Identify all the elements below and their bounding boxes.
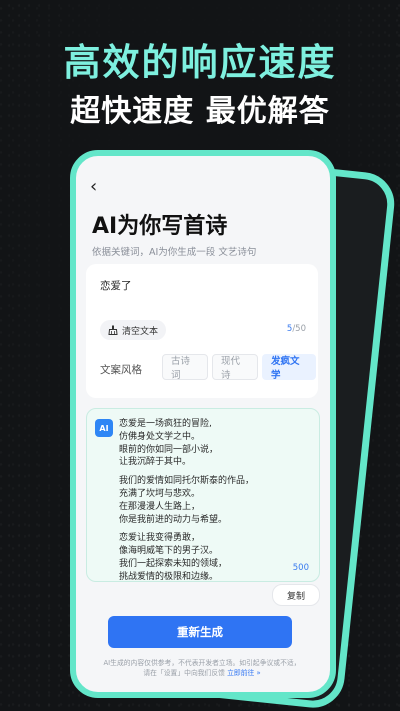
page-title: AI为你写首诗: [92, 214, 228, 239]
style-label: 文案风格: [100, 364, 142, 376]
page-intro: 依据关键词，AI为你生成一段 文艺诗句: [92, 247, 257, 258]
promo-headline: 高效的响应速度: [63, 41, 337, 84]
keyword-input[interactable]: 恋爱了: [100, 278, 132, 293]
promo-subhead: 超快速度 最优解答: [70, 94, 330, 129]
result-card: AI 恋爱是一场疯狂的冒险, 仿佛身处文学之中。 眼前的你如同一部小说， 让我沉…: [86, 408, 320, 582]
disclaimer-footer: AI生成的内容仅供参考，不代表开发者立场。如引起争议或不适， 请在「设置」中向我…: [84, 658, 320, 678]
poem-line: 恋爱是一场疯狂的冒险,: [119, 419, 212, 429]
back-icon[interactable]: ‹: [90, 178, 104, 196]
char-count-total: /50: [292, 324, 306, 334]
result-word-count: 500: [292, 563, 309, 573]
poem-line: 我们的爱情如同托尔斯泰的作品，: [119, 476, 255, 487]
input-card: 恋爱了 清空文本 5/50 文案风格 古诗词 现代诗 发疯文学: [86, 264, 318, 398]
clear-text-label: 清空文本: [122, 326, 159, 337]
disclaimer-line-2: 请在「设置」中向我们反馈: [143, 669, 225, 677]
phone-screen: ‹ AI为你写首诗 依据关键词，AI为你生成一段 文艺诗句 恋爱了 清空文本 5…: [70, 150, 336, 698]
broom-icon: [108, 325, 118, 335]
poem-text: 恋爱是一场疯狂的冒险, 仿佛身处文学之中。 眼前的你如同一部小说， 让我沉醉于其…: [119, 418, 311, 584]
poem-line: 你是我前进的动力与希望。: [119, 514, 228, 525]
poem-line: 眼前的你如同一部小说，: [119, 444, 219, 455]
clear-text-button[interactable]: 清空文本: [100, 320, 167, 340]
char-counter: 5/50: [287, 324, 306, 334]
copy-button[interactable]: 复制: [272, 584, 320, 606]
poem-line: 像海明威笔下的男子汉。: [119, 546, 219, 557]
style-option-fafengwenxue[interactable]: 发疯文学: [262, 354, 316, 381]
poem-line: 在那漫漫人生路上，: [119, 501, 201, 512]
style-option-gushici[interactable]: 古诗词: [162, 354, 208, 381]
disclaimer-line-1: AI生成的内容仅供参考，不代表开发者立场。如引起争议或不适，: [103, 659, 301, 667]
poem-line: 我们一起探索未知的领域，: [119, 558, 228, 569]
ai-badge: AI: [95, 419, 113, 437]
poem-line: 充满了坎坷与悲欢。: [119, 488, 201, 499]
poem-line: 挑战爱情的极限和边缘。: [119, 571, 219, 582]
poem-line: 仿佛身处文学之中。: [119, 431, 201, 442]
style-option-xiandaishi[interactable]: 现代诗: [212, 354, 258, 381]
regenerate-button[interactable]: 重新生成: [108, 616, 292, 648]
go-now-link[interactable]: 立即前往 »: [227, 669, 261, 677]
poem-line: 让我沉醉于其中。: [119, 457, 192, 468]
poem-line: 恋爱让我变得勇敢，: [119, 533, 201, 544]
